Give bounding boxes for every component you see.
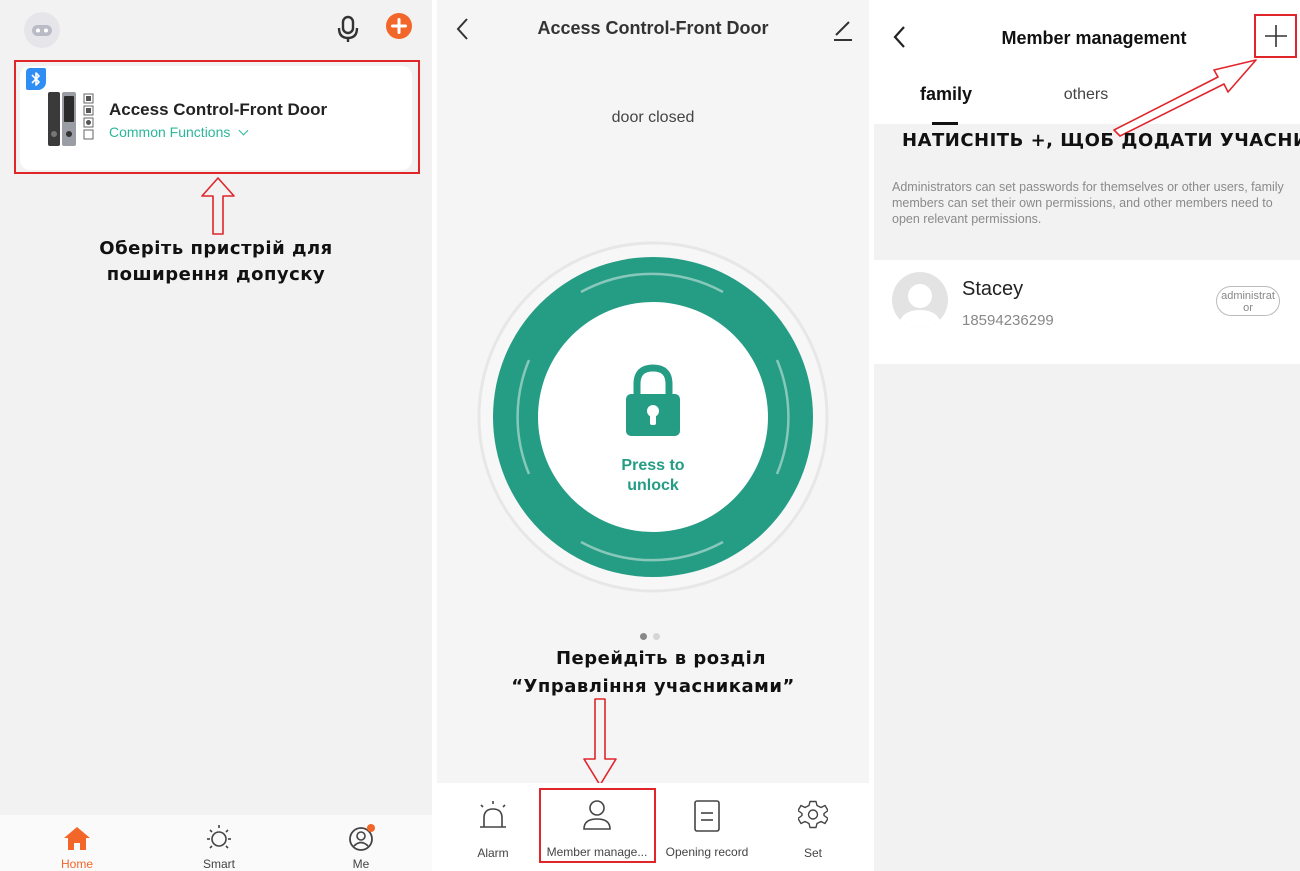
profile-icon: [349, 824, 375, 851]
press-to-unlock-label: Press to unlock: [603, 456, 703, 496]
page-dot: [653, 633, 660, 640]
tab-others[interactable]: others: [1040, 86, 1132, 104]
annotation-line-2: “Управління учасниками”: [511, 676, 795, 697]
tab-alarm[interactable]: Alarm: [453, 783, 533, 871]
add-member-annotation: Натисніть +, щоб додати учасника: [902, 130, 1300, 151]
plus-icon: [391, 18, 407, 34]
avatar-placeholder-icon: [898, 284, 942, 328]
annotation-line-1: Перейдіть в розділ: [555, 648, 767, 669]
nav-smart-label: Smart: [202, 857, 235, 871]
device-screen: Access Control-Front Door door closed Pr…: [437, 0, 869, 871]
member-section-annotation: Перейдіть в розділ “Управління учасникам…: [437, 645, 869, 701]
record-icon: [694, 800, 720, 832]
back-arrow-icon: [893, 26, 905, 48]
back-button[interactable]: [888, 22, 912, 52]
arrow-down-icon: [583, 698, 617, 786]
role-badge-line-2: or: [1243, 302, 1253, 314]
nav-me[interactable]: Me: [326, 815, 396, 871]
device-title: Access Control-Front Door: [537, 18, 769, 38]
tab-active-indicator: [932, 122, 958, 125]
back-arrow-icon: [456, 18, 468, 40]
app-logo: [24, 12, 60, 48]
role-badge: administrat or: [1216, 286, 1280, 316]
edit-button[interactable]: [831, 16, 855, 44]
role-badge-line-1: administrat: [1221, 290, 1275, 302]
gear-icon: [798, 800, 828, 829]
alarm-icon: [480, 801, 506, 828]
page-indicator: [640, 633, 670, 641]
microphone-icon: [337, 15, 359, 42]
nav-me-label: Me: [352, 857, 370, 871]
device-highlight-box: [14, 60, 420, 174]
home-icon: [64, 827, 90, 850]
annotation-line-2: поширення допуску: [106, 264, 326, 285]
unlock-line-2: unlock: [627, 477, 679, 494]
microphone-button[interactable]: [336, 14, 360, 44]
select-device-annotation: Оберіть пристрій для поширення допуску: [0, 236, 432, 288]
pencil-icon: [834, 21, 852, 41]
nav-home[interactable]: Home: [42, 815, 112, 871]
back-button[interactable]: [451, 14, 475, 44]
tab-opening-record[interactable]: Opening record: [659, 783, 755, 871]
arrow-up-icon: [201, 177, 235, 235]
lock-icon: [626, 364, 680, 436]
page-dot-active: [640, 633, 647, 640]
bottom-nav: Home Smart Me: [0, 815, 432, 871]
arrow-diagonal-icon: [1113, 59, 1257, 137]
add-button-highlight-box: [1254, 14, 1297, 58]
nav-home-label: Home: [60, 857, 93, 871]
sun-icon: [207, 825, 231, 849]
door-status: door closed: [611, 109, 695, 126]
permissions-info: Administrators can set passwords for the…: [892, 180, 1284, 226]
avatar: [892, 272, 948, 328]
unlock-line-1: Press to: [621, 457, 685, 474]
member-tab-highlight-box: [539, 788, 656, 863]
nav-smart[interactable]: Smart: [184, 815, 254, 871]
add-device-button[interactable]: [386, 13, 412, 39]
tab-settings-label: Set: [803, 846, 822, 860]
tab-family[interactable]: family: [898, 84, 994, 125]
annotation-line-1: Оберіть пристрій для: [99, 238, 333, 259]
page-title: Member management: [1001, 28, 1187, 48]
tab-opening-record-label: Opening record: [665, 845, 749, 859]
robot-icon: [32, 25, 52, 36]
tab-settings[interactable]: Set: [773, 783, 853, 871]
member-row[interactable]: Stacey 18594236299 administrat or: [874, 260, 1300, 364]
tab-family-label: family: [919, 84, 973, 104]
tab-alarm-label: Alarm: [477, 846, 509, 860]
member-phone: 18594236299: [962, 312, 1054, 329]
member-management-screen: Member management family others Натисніт…: [874, 0, 1300, 871]
tab-others-label: others: [1063, 86, 1109, 103]
home-screen: Access Control-Front Door Common Functio…: [0, 0, 432, 871]
member-name: Stacey: [962, 278, 1024, 300]
